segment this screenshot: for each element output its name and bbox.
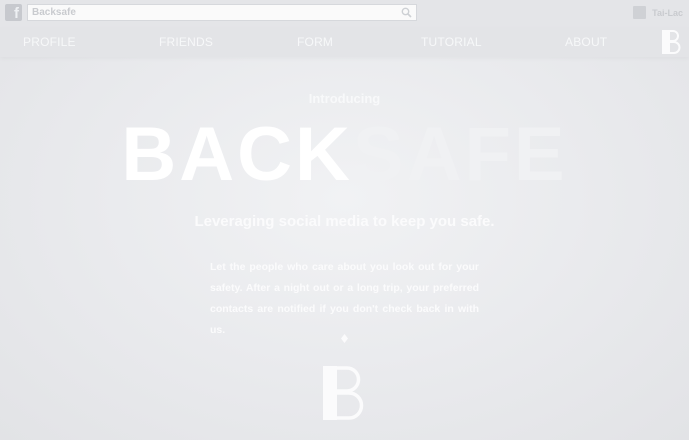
search-icon[interactable] [401,7,412,18]
title-back: BACK [121,112,353,197]
nav-item-friends[interactable]: FRIENDS [159,35,213,49]
intro-text: Introducing [308,91,381,106]
page-title: BACKSAFE [0,113,689,197]
facebook-topbar: f Tai-Lac [0,0,689,27]
diamond-divider-icon [341,334,348,343]
nav-item-tutorial[interactable]: TUTORIAL [421,35,482,49]
backsafe-logo-icon[interactable] [662,30,682,54]
backsafe-logo-large [323,366,364,420]
nav-item-profile[interactable]: PROFILE [23,35,76,49]
user-name: Tai-Lac [652,8,683,18]
description: Let the people who care about you look o… [210,261,479,336]
title-safe: SAFE [352,112,568,197]
main-nav: PROFILE FRIENDS FORM TUTORIAL ABOUT [0,27,689,57]
avatar [633,6,647,19]
search-input[interactable] [32,6,392,19]
search-box[interactable] [27,4,417,21]
user-profile-link[interactable]: Tai-Lac [633,6,683,20]
nav-item-about[interactable]: ABOUT [565,35,607,49]
facebook-logo-icon[interactable]: f [5,4,22,21]
nav-item-form[interactable]: FORM [297,35,333,49]
tagline: Leveraging social media to keep you safe… [194,213,495,230]
